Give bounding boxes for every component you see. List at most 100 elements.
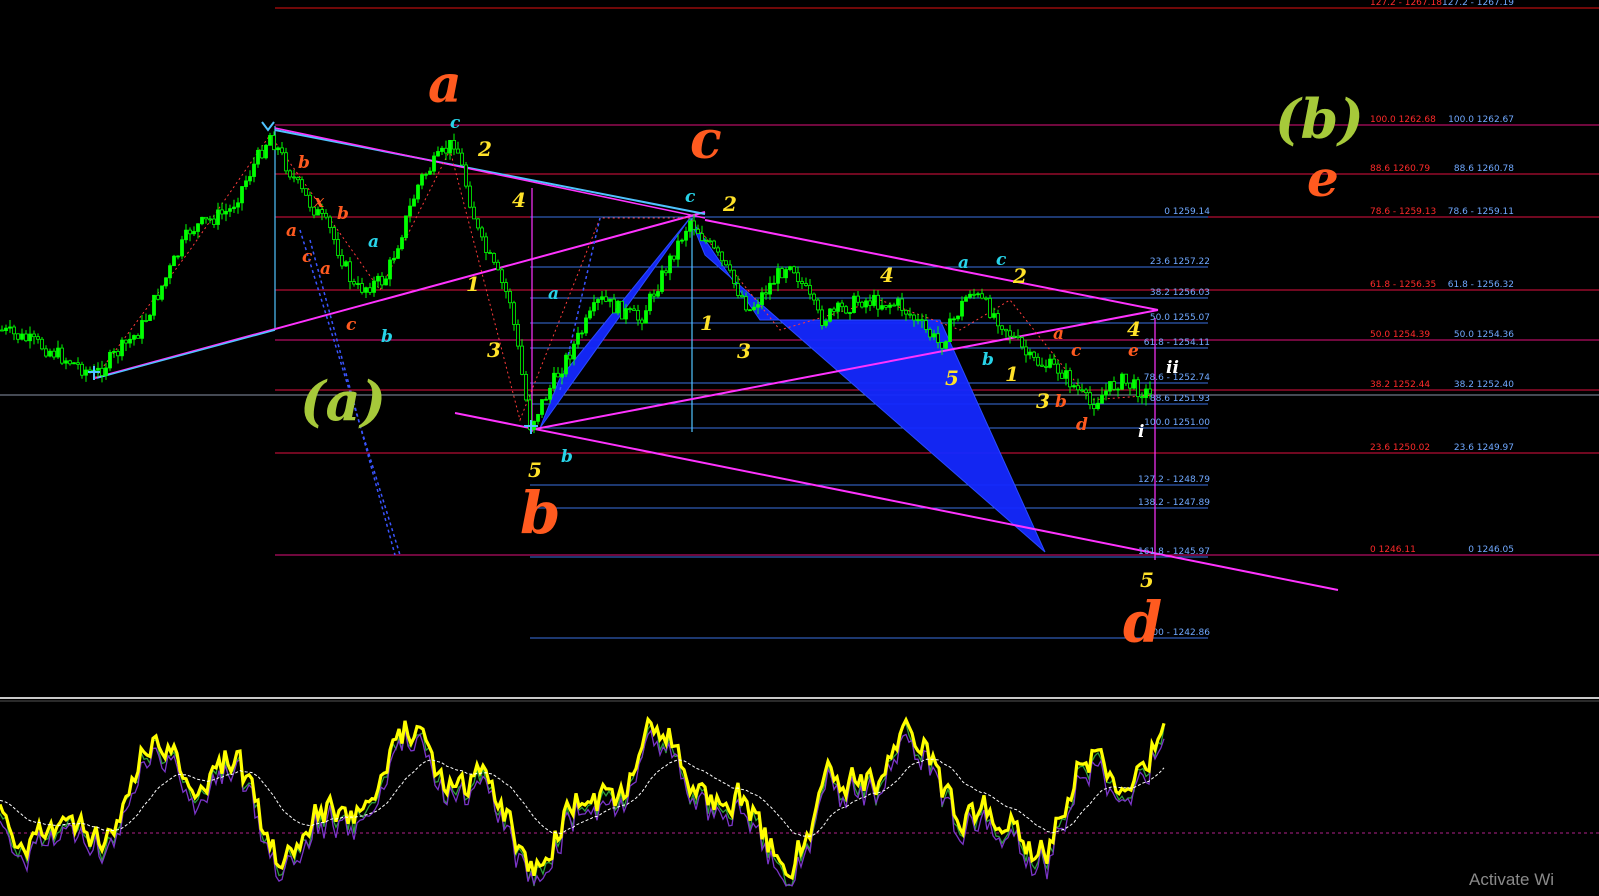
fib-right-red-label: 23.6 1250.02 — [1370, 443, 1430, 453]
candle-body — [172, 255, 176, 267]
candle-body — [264, 144, 268, 159]
wave-label-y5b: 5 — [945, 366, 959, 390]
candle-body — [272, 135, 276, 151]
candle-body — [56, 347, 60, 358]
candle-body — [220, 209, 224, 215]
wave-label-orange-b1: b — [298, 153, 310, 173]
candle-body — [852, 295, 856, 313]
fib-right-blue-label: 88.6 1260.78 — [1454, 164, 1514, 174]
candle-body — [1048, 358, 1052, 368]
candle-body — [1080, 389, 1084, 392]
candle-body — [116, 351, 120, 357]
wave-label-paren-a: (a) — [300, 369, 386, 433]
candle-body — [468, 185, 472, 208]
candle-body — [684, 230, 688, 241]
candle-body — [708, 240, 712, 243]
candle-body — [72, 362, 76, 365]
candle-body — [808, 285, 812, 295]
candle-body — [80, 363, 84, 376]
candle-body — [620, 300, 624, 320]
candle-body — [64, 360, 68, 364]
wave-label-orange-c3: c — [1071, 341, 1082, 361]
candle-body — [740, 295, 744, 298]
candle-body — [1092, 404, 1096, 410]
candle-body — [716, 247, 720, 253]
candle-body — [248, 176, 252, 182]
fib-mid-label: 23.6 1257.22 — [1150, 257, 1210, 267]
candle-body — [964, 296, 968, 302]
candle-body — [540, 399, 544, 415]
candle-body — [956, 315, 960, 320]
candle-body — [1072, 385, 1076, 388]
candle-body — [896, 298, 900, 306]
candle-body — [552, 372, 556, 389]
fib-right-red-label: 50.0 1254.39 — [1370, 330, 1430, 340]
candle-body — [504, 282, 508, 292]
candle-body — [48, 350, 52, 357]
candle-body — [388, 259, 392, 280]
candle-body — [1052, 358, 1056, 365]
candle-body — [472, 206, 476, 220]
candle-body — [168, 265, 172, 279]
wave-label-orange-b3: b — [1055, 392, 1067, 412]
candle-body — [832, 308, 836, 312]
candle-body — [20, 333, 24, 340]
candle-body — [892, 304, 896, 307]
candle-body — [328, 216, 332, 228]
candle-body — [1008, 330, 1012, 337]
candle-body — [164, 277, 168, 287]
candle-body — [412, 198, 416, 207]
wave-label-paren-b: (b) — [1275, 87, 1364, 151]
wave-label-y1a: 1 — [466, 272, 480, 296]
candle-body — [780, 268, 784, 279]
candle-body — [128, 338, 132, 344]
wave-label-y5c: 5 — [1140, 568, 1154, 592]
chart-window[interactable]: 0 1259.14 23.6 1257.22 38.2 1256.03 50.0 12… — [0, 0, 1599, 896]
candle-body — [676, 240, 680, 260]
candle-body — [36, 336, 40, 340]
wave-label-c-cyan3: c — [996, 250, 1007, 270]
candle-body — [60, 347, 64, 364]
candle-body — [728, 264, 732, 271]
wave-label-b-cyan3: b — [982, 350, 994, 370]
fib-mid-label: 127.2 - 1248.79 — [1138, 475, 1210, 485]
candle-body — [688, 220, 692, 232]
candle-body — [176, 255, 180, 258]
candle-body — [1084, 389, 1088, 394]
candle-body — [932, 333, 936, 338]
candle-body — [28, 333, 32, 342]
oscillator-panel[interactable] — [0, 715, 1599, 887]
candle-body — [692, 220, 696, 230]
candle-body — [824, 320, 828, 326]
candle-body — [236, 202, 240, 208]
candle-body — [980, 293, 984, 299]
fib-mid-label: 50.0 1255.07 — [1150, 313, 1210, 323]
fib-right-red-label: 78.6 - 1259.13 — [1370, 207, 1436, 217]
candle-body — [1068, 370, 1072, 388]
candle-body — [520, 345, 524, 375]
candle-body — [544, 398, 548, 401]
candle-body — [908, 313, 912, 316]
candle-body — [8, 326, 12, 329]
candle-body — [800, 281, 804, 284]
candle-body — [384, 278, 388, 286]
candle-body — [524, 373, 528, 401]
candle-body — [696, 228, 700, 235]
candle-body — [1088, 392, 1092, 406]
fib-right-blue-label: 61.8 - 1256.32 — [1448, 280, 1514, 290]
wave-label-orange-e: e — [1128, 341, 1139, 361]
wave-label-y2b: 2 — [722, 192, 737, 216]
candle-body — [868, 300, 872, 306]
candle-body — [1128, 382, 1132, 389]
fib-mid-label: 161.8 - 1245.97 — [1138, 547, 1210, 557]
candle-body — [608, 298, 612, 302]
candle-body — [588, 310, 592, 319]
candle-body — [972, 293, 976, 296]
fib-mid-label: 100.0 1251.00 — [1144, 418, 1210, 428]
candle-body — [616, 300, 620, 314]
candle-body — [344, 261, 348, 267]
candle-body — [884, 305, 888, 308]
candle-body — [296, 177, 300, 181]
candle-body — [876, 294, 880, 310]
wave-label-y5a: 5 — [528, 458, 542, 482]
